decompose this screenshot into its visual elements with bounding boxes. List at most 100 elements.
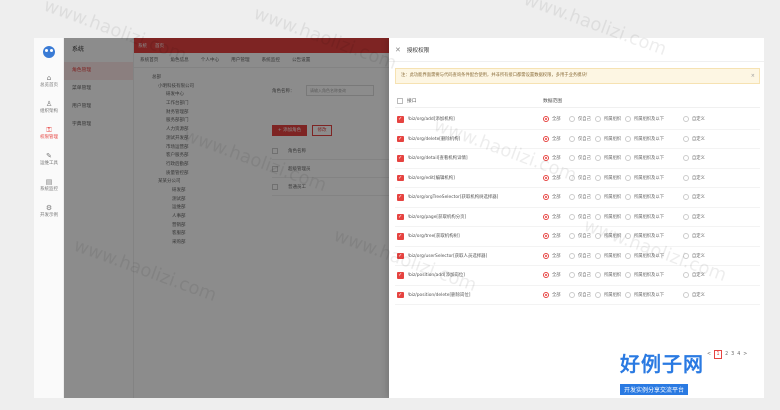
row-checkbox[interactable]: ✓ xyxy=(397,155,404,162)
radio-button[interactable] xyxy=(569,194,575,201)
scope-option[interactable]: 所属组织 xyxy=(595,155,625,162)
scope-option[interactable]: 全部 xyxy=(543,291,569,298)
scope-option[interactable]: 所属组织及以下 xyxy=(625,116,683,123)
radio-button[interactable] xyxy=(543,135,549,142)
row-checkbox[interactable]: ✓ xyxy=(397,272,404,279)
scope-option[interactable]: 全部 xyxy=(543,135,569,142)
scope-option[interactable]: 自定义 xyxy=(683,174,713,181)
scope-option[interactable]: 所属组织 xyxy=(595,194,625,201)
scope-option[interactable]: 所属组织及以下 xyxy=(625,135,683,142)
radio-button[interactable] xyxy=(625,155,631,162)
scope-option[interactable]: 全部 xyxy=(543,252,569,259)
rail-item-1[interactable]: ♙ 组织架构 xyxy=(34,96,64,118)
radio-button[interactable] xyxy=(595,291,601,298)
scope-option[interactable]: 全部 xyxy=(543,233,569,240)
scope-option[interactable]: 自定义 xyxy=(683,194,713,201)
radio-button[interactable] xyxy=(625,116,631,123)
scope-option[interactable]: 仅自己 xyxy=(569,252,595,259)
row-checkbox[interactable]: ✓ xyxy=(397,174,404,181)
scope-option[interactable]: 所属组织 xyxy=(595,252,625,259)
radio-button[interactable] xyxy=(683,174,689,181)
rail-item-0[interactable]: ⌂ 总览首页 xyxy=(34,70,64,92)
radio-button[interactable] xyxy=(569,116,575,123)
scope-option[interactable]: 仅自己 xyxy=(569,135,595,142)
scope-option[interactable]: 自定义 xyxy=(683,135,713,142)
scope-option[interactable]: 所属组织 xyxy=(595,135,625,142)
radio-button[interactable] xyxy=(683,116,689,123)
row-checkbox[interactable]: ✓ xyxy=(397,116,404,123)
radio-button[interactable] xyxy=(683,135,689,142)
scope-options: 全部 仅自己 所属组织 所属组织及以下 自定义 xyxy=(543,135,713,142)
radio-button[interactable] xyxy=(595,174,601,181)
scope-option[interactable]: 所属组织 xyxy=(595,291,625,298)
radio-button[interactable] xyxy=(543,252,549,259)
radio-button[interactable] xyxy=(543,213,549,220)
radio-button[interactable] xyxy=(595,155,601,162)
scope-option[interactable]: 仅自己 xyxy=(569,194,595,201)
radio-button[interactable] xyxy=(683,291,689,298)
radio-button[interactable] xyxy=(569,291,575,298)
radio-button[interactable] xyxy=(683,194,689,201)
radio-button[interactable] xyxy=(569,272,575,279)
scope-option[interactable]: 仅自己 xyxy=(569,291,595,298)
notice-close-icon[interactable]: × xyxy=(751,69,755,83)
radio-button[interactable] xyxy=(625,272,631,279)
radio-button[interactable] xyxy=(625,174,631,181)
scope-option[interactable]: 仅自己 xyxy=(569,155,595,162)
scope-option[interactable]: 自定义 xyxy=(683,155,713,162)
radio-button[interactable] xyxy=(569,252,575,259)
scope-option[interactable]: 仅自己 xyxy=(569,116,595,123)
radio-button[interactable] xyxy=(569,213,575,220)
row-checkbox[interactable]: ✓ xyxy=(397,135,404,142)
row-checkbox[interactable]: ✓ xyxy=(397,194,404,201)
radio-button[interactable] xyxy=(543,272,549,279)
radio-button[interactable] xyxy=(625,135,631,142)
radio-button[interactable] xyxy=(595,272,601,279)
radio-button[interactable] xyxy=(683,233,689,240)
radio-button[interactable] xyxy=(625,252,631,259)
scope-option[interactable]: 所属组织及以下 xyxy=(625,174,683,181)
row-checkbox[interactable]: ✓ xyxy=(397,291,404,298)
scope-option[interactable]: 自定义 xyxy=(683,116,713,123)
scope-option[interactable]: 所属组织 xyxy=(595,116,625,123)
radio-button[interactable] xyxy=(543,233,549,240)
radio-button[interactable] xyxy=(543,291,549,298)
rail-item-2[interactable]: ⚿ 权限管理 xyxy=(34,122,64,144)
radio-button[interactable] xyxy=(595,135,601,142)
radio-button[interactable] xyxy=(625,194,631,201)
scope-option[interactable]: 所属组织 xyxy=(595,174,625,181)
radio-button[interactable] xyxy=(625,291,631,298)
scope-option[interactable]: 自定义 xyxy=(683,291,713,298)
rail-item-5[interactable]: ⚙ 开发示例 xyxy=(34,200,64,222)
scope-option[interactable]: 全部 xyxy=(543,272,569,279)
radio-button[interactable] xyxy=(595,252,601,259)
radio-button[interactable] xyxy=(569,135,575,142)
radio-button[interactable] xyxy=(569,155,575,162)
scope-option[interactable]: 所属组织及以下 xyxy=(625,291,683,298)
scope-option[interactable]: 自定义 xyxy=(683,213,713,220)
radio-button[interactable] xyxy=(543,116,549,123)
scope-option[interactable]: 全部 xyxy=(543,213,569,220)
radio-button[interactable] xyxy=(595,116,601,123)
radio-button[interactable] xyxy=(683,155,689,162)
radio-button[interactable] xyxy=(683,213,689,220)
row-checkbox[interactable]: ✓ xyxy=(397,233,404,240)
radio-button[interactable] xyxy=(595,194,601,201)
scope-option[interactable]: 自定义 xyxy=(683,233,713,240)
radio-button[interactable] xyxy=(569,233,575,240)
scope-option[interactable]: 所属组织及以下 xyxy=(625,272,683,279)
rail-item-3[interactable]: ✎ 运维工具 xyxy=(34,148,64,170)
radio-button[interactable] xyxy=(625,213,631,220)
scope-option[interactable]: 全部 xyxy=(543,116,569,123)
scope-option[interactable]: 所属组织及以下 xyxy=(625,194,683,201)
scope-option[interactable]: 所属组织 xyxy=(595,272,625,279)
scope-option[interactable]: 仅自己 xyxy=(569,272,595,279)
modal-overlay[interactable] xyxy=(64,38,394,398)
select-all-checkbox[interactable] xyxy=(397,97,403,104)
scope-option[interactable]: 全部 xyxy=(543,194,569,201)
row-checkbox[interactable]: ✓ xyxy=(397,213,404,220)
rail-item-4[interactable]: ▤ 系统监控 xyxy=(34,174,64,196)
scope-option[interactable]: 所属组织及以下 xyxy=(625,213,683,220)
radio-button[interactable] xyxy=(543,194,549,201)
scope-option[interactable]: 所属组织及以下 xyxy=(625,155,683,162)
